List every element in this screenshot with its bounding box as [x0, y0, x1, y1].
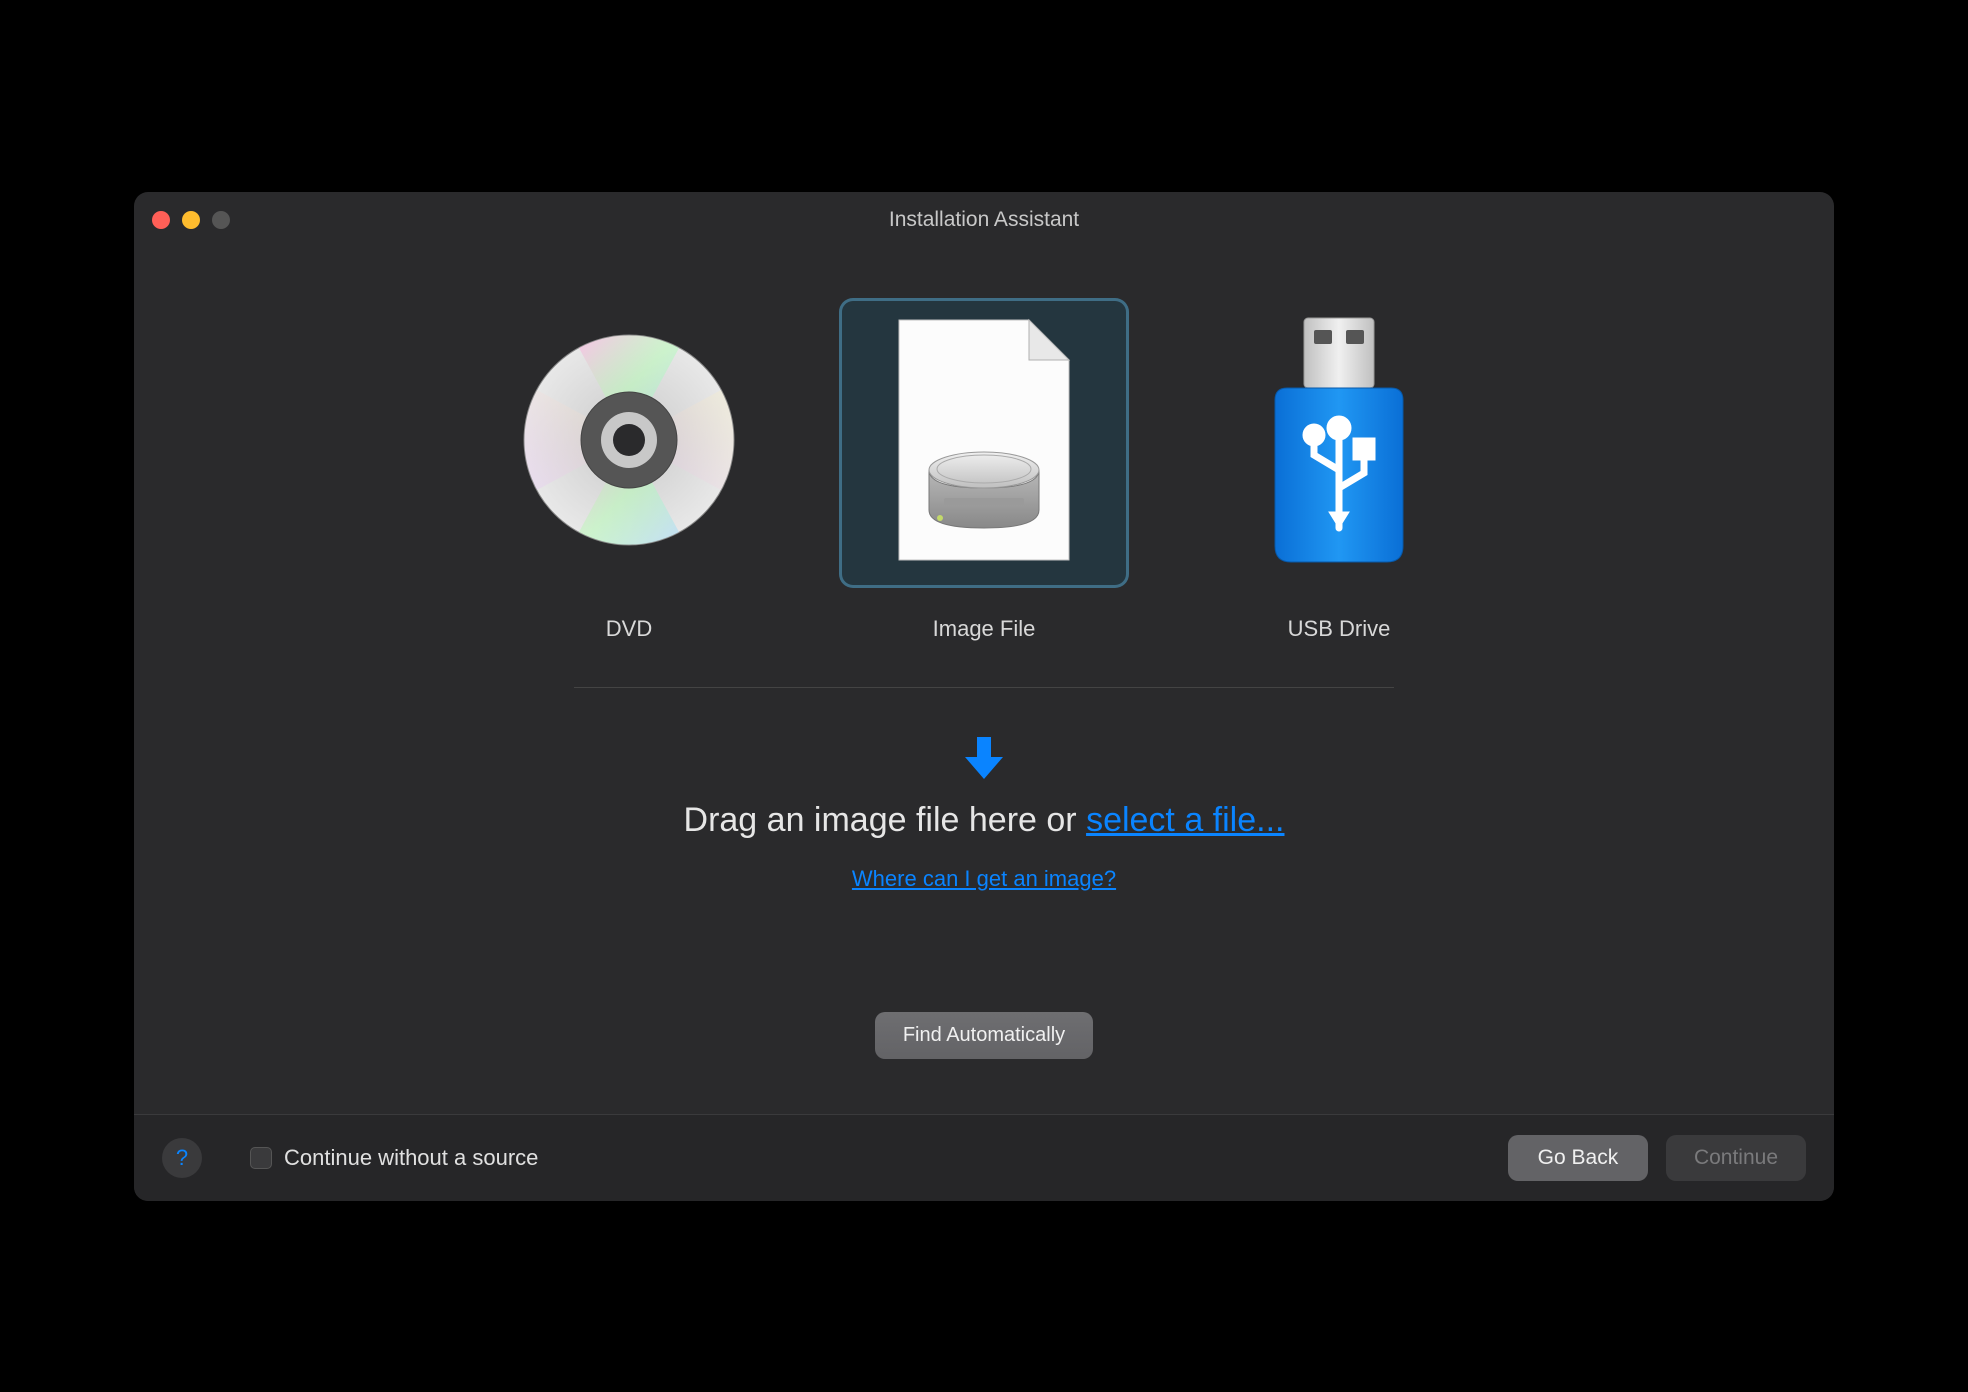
drop-arrow-icon — [194, 733, 1774, 783]
usb-drive-icon — [1259, 310, 1419, 575]
go-back-button[interactable]: Go Back — [1508, 1135, 1648, 1181]
maximize-window-button[interactable] — [212, 211, 230, 229]
window-controls — [152, 211, 230, 229]
minimize-window-button[interactable] — [182, 211, 200, 229]
dvd-icon-box — [484, 298, 774, 588]
installation-assistant-window: Installation Assistant — [134, 192, 1834, 1201]
source-option-dvd[interactable]: DVD — [484, 298, 774, 642]
find-automatically-button[interactable]: Find Automatically — [875, 1012, 1093, 1059]
drag-prefix-text: Drag an image file here or — [684, 801, 1087, 839]
dvd-label: DVD — [606, 616, 652, 642]
continue-without-source-label: Continue without a source — [284, 1145, 538, 1171]
source-option-usb-drive[interactable]: USB Drive — [1194, 298, 1484, 642]
close-window-button[interactable] — [152, 211, 170, 229]
content-area: DVD — [134, 248, 1834, 1114]
image-file-icon-box — [839, 298, 1129, 588]
continue-without-source-checkbox[interactable]: Continue without a source — [250, 1145, 538, 1171]
drop-zone-text: Drag an image file here or select a file… — [194, 801, 1774, 840]
footer-bar: ? Continue without a source Go Back Cont… — [134, 1114, 1834, 1201]
dvd-disc-icon — [519, 330, 739, 555]
usb-drive-label: USB Drive — [1288, 616, 1391, 642]
drop-zone[interactable]: Drag an image file here or select a file… — [194, 733, 1774, 892]
select-file-link[interactable]: select a file... — [1086, 801, 1284, 839]
source-options-row: DVD — [194, 298, 1774, 642]
help-button[interactable]: ? — [162, 1138, 202, 1178]
image-file-icon — [884, 315, 1084, 570]
divider — [574, 687, 1394, 688]
image-file-label: Image File — [933, 616, 1036, 642]
source-option-image-file[interactable]: Image File — [839, 298, 1129, 642]
continue-button[interactable]: Continue — [1666, 1135, 1806, 1181]
usb-icon-box — [1194, 298, 1484, 588]
window-title: Installation Assistant — [134, 208, 1834, 232]
where-get-image-link[interactable]: Where can I get an image? — [852, 866, 1116, 892]
titlebar: Installation Assistant — [134, 192, 1834, 248]
checkbox-icon — [250, 1147, 272, 1169]
